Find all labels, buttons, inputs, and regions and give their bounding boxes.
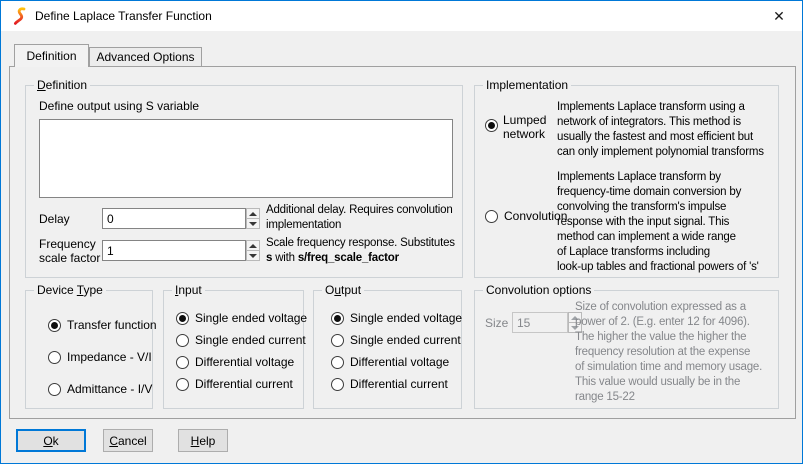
radio-label: Differential voltage (195, 355, 294, 369)
help-button[interactable]: Help (178, 429, 228, 452)
radio-unselected-icon (331, 334, 344, 347)
delay-spin-down-icon[interactable] (246, 219, 260, 229)
radio-selected-icon (485, 119, 498, 132)
convolution-size-description: Size of convolution expressed as a power… (575, 300, 762, 405)
cancel-button[interactable]: Cancel (103, 429, 153, 452)
radio-input-differential-voltage[interactable]: Differential voltage (176, 355, 294, 369)
radio-transfer-function[interactable]: Transfer function (48, 318, 157, 332)
frequency-scale-description: Scale frequency response. Substitutess w… (266, 236, 455, 266)
radio-label: Differential current (350, 377, 448, 391)
radio-label: Impedance - V/I (67, 350, 152, 364)
radio-output-differential-current[interactable]: Differential current (331, 377, 448, 391)
radio-unselected-icon (331, 356, 344, 369)
close-button[interactable]: ✕ (756, 1, 802, 31)
group-input: Input Single ended voltage Single ended … (163, 290, 304, 409)
radio-lumped-network-label: Lumped network (503, 113, 559, 141)
radio-unselected-icon (48, 383, 61, 396)
radio-unselected-icon (331, 378, 344, 391)
delay-description: Additional delay. Requires convolution i… (266, 203, 453, 233)
radio-label: Differential current (195, 377, 293, 391)
group-output-label: Output (322, 283, 364, 297)
size-input (512, 312, 568, 333)
radio-unselected-icon (48, 351, 61, 364)
radio-label: Single ended voltage (350, 311, 462, 325)
group-convolution-options-label: Convolution options (483, 283, 594, 297)
s-expression-input[interactable] (39, 119, 453, 198)
radio-label: Single ended current (195, 333, 306, 347)
radio-input-single-ended-current[interactable]: Single ended current (176, 333, 306, 347)
radio-convolution[interactable]: Convolution (485, 209, 567, 223)
titlebar[interactable]: Define Laplace Transfer Function ✕ (1, 1, 802, 31)
radio-selected-icon (331, 312, 344, 325)
radio-unselected-icon (176, 356, 189, 369)
radio-selected-icon (176, 312, 189, 325)
expression-prompt: Define output using S variable (39, 99, 199, 113)
radio-input-differential-current[interactable]: Differential current (176, 377, 293, 391)
frequency-spin-down-icon[interactable] (246, 251, 260, 261)
radio-selected-icon (48, 319, 61, 332)
radio-output-single-ended-voltage[interactable]: Single ended voltage (331, 311, 462, 325)
frequency-scale-factor-label: Frequency scale factor (39, 237, 103, 265)
delay-label: Delay (39, 212, 70, 226)
convolution-description: Implements Laplace transform by frequenc… (557, 170, 759, 275)
tab-definition[interactable]: Definition (14, 44, 89, 67)
radio-label: Differential voltage (350, 355, 449, 369)
delay-spinner (246, 208, 260, 229)
group-definition-label: Definition (34, 78, 90, 92)
radio-lumped-network[interactable] (485, 119, 498, 132)
radio-output-single-ended-current[interactable]: Single ended current (331, 333, 461, 347)
group-convolution-options: Convolution options Size Size of convolu… (474, 290, 779, 409)
app-icon (11, 7, 27, 25)
frequency-scale-factor-spinner (246, 240, 260, 261)
radio-label: Admittance - I/V (67, 382, 152, 396)
group-implementation-label: Implementation (483, 78, 571, 92)
frequency-scale-factor-input[interactable] (102, 240, 246, 261)
radio-impedance[interactable]: Impedance - V/I (48, 350, 152, 364)
radio-output-differential-voltage[interactable]: Differential voltage (331, 355, 449, 369)
delay-spin-up-icon[interactable] (246, 208, 260, 219)
group-device-type: Device Type Transfer function Impedance … (25, 290, 153, 409)
group-output: Output Single ended voltage Single ended… (313, 290, 462, 409)
radio-label: Transfer function (67, 318, 157, 332)
frequency-spin-up-icon[interactable] (246, 240, 260, 251)
lumped-network-description: Implements Laplace transform using a net… (557, 100, 764, 160)
radio-unselected-icon (485, 210, 498, 223)
close-icon: ✕ (773, 8, 785, 25)
radio-input-single-ended-voltage[interactable]: Single ended voltage (176, 311, 307, 325)
group-definition: Definition Define output using S variabl… (25, 85, 463, 278)
ok-button[interactable]: Ok (16, 429, 86, 452)
dialog-define-laplace-transfer-function: Define Laplace Transfer Function ✕ Defin… (0, 0, 803, 464)
window-title: Define Laplace Transfer Function (35, 1, 212, 31)
delay-input[interactable] (102, 208, 246, 229)
group-input-label: Input (172, 283, 205, 297)
group-implementation: Implementation Lumped network Implements… (474, 85, 779, 278)
radio-label: Single ended voltage (195, 311, 307, 325)
radio-unselected-icon (176, 334, 189, 347)
radio-label: Single ended current (350, 333, 461, 347)
radio-admittance[interactable]: Admittance - I/V (48, 382, 152, 396)
group-device-type-label: Device Type (34, 283, 106, 297)
tab-advanced-options[interactable]: Advanced Options (89, 47, 202, 66)
radio-unselected-icon (176, 378, 189, 391)
size-label: Size (485, 316, 508, 330)
